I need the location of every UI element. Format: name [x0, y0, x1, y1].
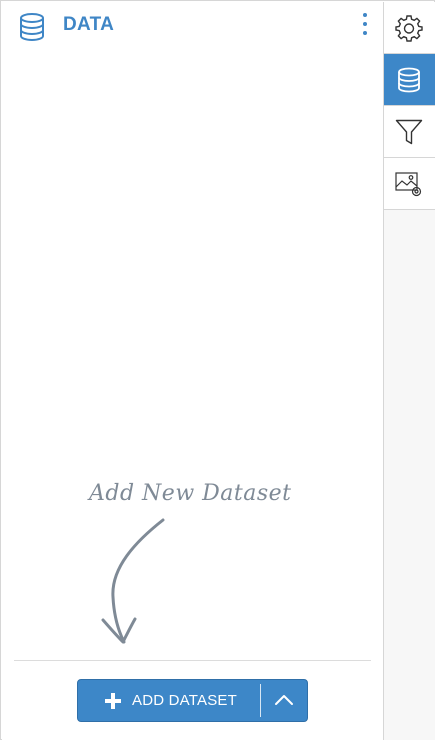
image-settings-icon: [395, 172, 422, 197]
data-panel: DATA Add New Dataset ADD DATASET: [2, 2, 383, 740]
database-icon: [398, 67, 420, 93]
more-vertical-icon[interactable]: [358, 12, 372, 38]
hint-text: Add New Dataset: [87, 481, 292, 506]
panel-title: DATA: [63, 14, 115, 35]
gear-icon: [395, 15, 423, 42]
plus-icon: [105, 693, 121, 709]
chevron-up-icon: [275, 695, 293, 705]
toolbar-filter[interactable]: [384, 106, 435, 158]
right-toolbar: [383, 2, 435, 740]
expand-options-button[interactable]: [261, 680, 307, 721]
footer-divider: [14, 660, 371, 661]
filter-icon: [395, 119, 423, 145]
panel-header: DATA: [2, 2, 383, 50]
database-icon: [18, 12, 46, 42]
add-dataset-button[interactable]: ADD DATASET: [77, 679, 308, 722]
app-frame: DATA Add New Dataset ADD DATASET: [0, 0, 435, 740]
toolbar-image-settings[interactable]: [384, 158, 435, 210]
add-dataset-hint: Add New Dataset: [87, 481, 292, 644]
toolbar-settings[interactable]: [384, 2, 435, 54]
add-dataset-main[interactable]: ADD DATASET: [78, 680, 260, 721]
hint-arrow-icon: [111, 518, 165, 644]
add-dataset-label: ADD DATASET: [132, 692, 237, 709]
toolbar-data[interactable]: [384, 54, 435, 106]
